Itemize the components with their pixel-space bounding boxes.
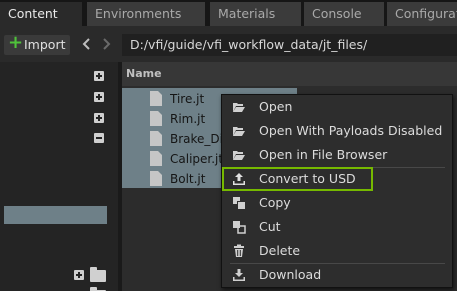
tab-materials[interactable]: Materials: [210, 2, 301, 26]
tab-label: Configurat: [395, 6, 457, 21]
trash-icon: [234, 244, 244, 257]
tree-item-selected[interactable]: [4, 206, 107, 224]
plus-icon: +: [8, 32, 24, 53]
expand-icon[interactable]: [94, 92, 104, 102]
tab-label: Console: [312, 6, 362, 21]
column-header-label: Name: [126, 67, 162, 80]
file-icon: [150, 171, 162, 186]
expand-icon[interactable]: [74, 270, 84, 280]
file-icon: [150, 91, 162, 106]
file-icon: [150, 111, 162, 126]
file-icon: [150, 131, 162, 146]
path-field[interactable]: D:/vfi/guide/vfi_workflow_data/jt_files/: [122, 34, 457, 56]
folder-icon: [90, 267, 106, 282]
menu-item-label: Download: [259, 267, 322, 282]
upload-icon: [233, 173, 245, 185]
expand-icon[interactable]: [94, 71, 104, 81]
menu-item-label: Open in File Browser: [259, 147, 388, 162]
tab-label: Environments: [95, 6, 182, 21]
folder-tree: [0, 62, 118, 291]
tab-label: Content: [8, 6, 58, 21]
tab-content[interactable]: Content: [0, 2, 82, 26]
tab-environments[interactable]: Environments: [87, 2, 205, 26]
download-icon: [233, 269, 245, 281]
context-menu: Open Open With Payloads Disabled Open in…: [221, 94, 453, 288]
toolbar: + Import D:/vfi/guide/vfi_workflow_data/…: [0, 26, 457, 62]
tab-bar: Content Environments Materials Console C…: [0, 0, 457, 26]
menu-item-label: Cut: [259, 219, 281, 234]
menu-item-open[interactable]: Open: [222, 95, 452, 119]
cut-icon: [233, 221, 246, 234]
menu-item-cut[interactable]: Cut: [222, 215, 452, 239]
folder-open-icon: [233, 103, 245, 112]
folder-open-icon: [233, 151, 245, 160]
menu-item-delete[interactable]: Delete: [222, 239, 452, 263]
folder-open-icon: [233, 127, 245, 136]
expand-icon[interactable]: [94, 113, 104, 123]
menu-item-label: Copy: [259, 195, 291, 210]
menu-item-open-payloads-disabled[interactable]: Open With Payloads Disabled: [222, 119, 452, 143]
back-arrow-icon[interactable]: [80, 36, 92, 52]
menu-item-label: Open With Payloads Disabled: [259, 123, 443, 138]
forward-arrow-icon[interactable]: [101, 36, 113, 52]
import-label: Import: [24, 37, 66, 52]
copy-icon: [233, 197, 245, 209]
collapse-icon[interactable]: [94, 133, 104, 143]
menu-item-download[interactable]: Download: [222, 263, 452, 287]
menu-item-label: Delete: [259, 243, 301, 258]
menu-item-copy[interactable]: Copy: [222, 191, 452, 215]
menu-item-label: Convert to USD: [259, 171, 356, 186]
menu-item-convert-to-usd[interactable]: Convert to USD: [222, 167, 373, 191]
menu-item-label: Open: [259, 99, 293, 114]
tab-console[interactable]: Console: [304, 2, 384, 26]
file-icon: [150, 151, 162, 166]
tab-label: Materials: [218, 6, 276, 21]
column-header-name[interactable]: Name: [122, 62, 457, 86]
tab-configuration[interactable]: Configurat: [387, 2, 457, 26]
import-button[interactable]: + Import: [4, 32, 70, 55]
menu-item-open-file-browser[interactable]: Open in File Browser: [222, 143, 452, 167]
